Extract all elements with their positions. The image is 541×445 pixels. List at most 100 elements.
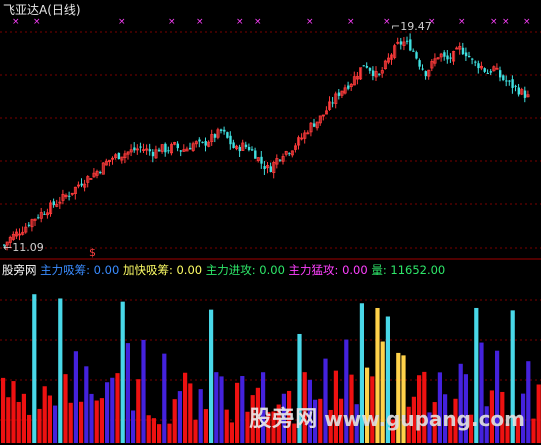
candle-body	[27, 224, 31, 226]
candle-body	[43, 213, 46, 215]
indicator-bar	[536, 384, 541, 443]
low-arrow-icon: ←	[3, 241, 13, 254]
indicator-bar	[115, 373, 120, 443]
legend-main-strike: 主力猛攻: 0.00	[288, 263, 368, 277]
indicator-bar	[224, 409, 229, 443]
candle-body	[260, 156, 263, 164]
indicator-bar	[73, 351, 78, 443]
candle-body	[198, 139, 201, 142]
candle-body	[226, 132, 229, 138]
indicator-bar	[32, 294, 37, 443]
chart-title: 飞亚达A(日线)	[3, 1, 81, 18]
candle-body	[164, 143, 167, 153]
candle-body	[406, 40, 409, 42]
indicator-bar	[146, 415, 151, 443]
indicator-bar	[47, 395, 52, 443]
candle-body	[489, 71, 493, 73]
candle-body	[418, 60, 421, 67]
candle-body	[468, 55, 471, 58]
candle-body	[523, 90, 527, 98]
candle-body	[483, 68, 486, 72]
indicator-bar	[79, 401, 84, 443]
candle-body	[443, 52, 446, 57]
indicator-bar	[531, 418, 536, 443]
candle-body	[368, 67, 372, 71]
legend-volume: 量: 11652.00	[371, 263, 446, 277]
indicator-bar	[37, 408, 42, 443]
legend-fast-absorb: 加快吸筹: 0.00	[122, 263, 203, 277]
candle-body	[117, 152, 121, 160]
candle-body	[505, 80, 508, 82]
candle-body	[251, 149, 254, 151]
signal-x-marker: ×	[502, 17, 510, 27]
signal-x-marker: ×	[168, 17, 176, 27]
signal-x-marker: ×	[523, 17, 531, 27]
candle-body	[362, 65, 365, 67]
candle-body	[167, 150, 170, 152]
watermark-url: www.gupang.com	[324, 407, 525, 431]
indicator-bar	[193, 419, 198, 443]
candle-body	[133, 147, 136, 151]
candle-body	[421, 68, 424, 70]
candle-body	[337, 92, 341, 96]
indicator-bar	[526, 361, 531, 443]
candle-body	[254, 150, 257, 159]
candle-body	[148, 149, 152, 152]
high-price-annotation: ⌐19.47	[391, 20, 432, 33]
stock-name: 飞亚达A	[3, 3, 48, 17]
signal-x-marker: ×	[383, 17, 391, 27]
candle-body	[508, 80, 511, 82]
signal-x-marker: ×	[347, 17, 355, 27]
candle-body	[201, 141, 204, 143]
indicator-bar	[177, 391, 182, 443]
candle-body	[229, 135, 232, 145]
candle-body	[244, 144, 248, 148]
candle-body	[471, 58, 474, 60]
candle-body	[399, 41, 403, 45]
legend-main-absorb: 主力吸筹: 0.00	[40, 263, 120, 277]
indicator-bar	[172, 399, 177, 443]
indicator-legend: 股旁网 主力吸筹: 0.00 加快吸筹: 0.00 主力进攻: 0.00 主力猛…	[2, 262, 445, 278]
high-arrow: ⌐	[391, 20, 401, 33]
candle-body	[415, 52, 418, 59]
candle-body	[204, 141, 207, 146]
candle-body	[464, 52, 468, 57]
signal-x-marker: ×	[490, 17, 498, 27]
indicator-bar	[27, 414, 32, 443]
candle-body	[213, 134, 217, 138]
candle-body	[99, 172, 102, 174]
watermark-site-name: 股旁网	[249, 407, 319, 432]
candle-body	[449, 57, 452, 59]
indicator-bar	[183, 372, 188, 443]
candle-body	[511, 79, 514, 88]
candle-body	[278, 159, 282, 161]
indicator-bar	[188, 383, 193, 443]
indicator-bar	[11, 381, 16, 443]
candle-body	[365, 66, 369, 68]
high-price-label: 19.47	[400, 20, 432, 33]
indicator-bar	[99, 398, 104, 443]
candle-body	[499, 70, 502, 78]
indicator-bar	[94, 400, 99, 443]
indicator-bar	[58, 298, 63, 443]
indicator-bar	[89, 393, 94, 443]
indicator-bar	[42, 386, 47, 443]
signal-x-marker: ×	[196, 17, 204, 27]
candle-body	[269, 166, 272, 172]
candle-body	[477, 63, 480, 69]
indicator-bar	[131, 410, 136, 443]
indicator-bar	[53, 405, 58, 443]
indicator-bar	[105, 382, 110, 443]
indicator-bar	[68, 402, 73, 443]
indicator-bar	[136, 379, 141, 443]
candle-body	[514, 85, 517, 87]
legend-main-attack: 主力进攻: 0.00	[205, 263, 285, 277]
signal-x-marker: ×	[458, 17, 466, 27]
stock-chart-canvas[interactable]: × × × × × × × × × × × × × × ×	[0, 0, 541, 445]
candle-body	[288, 153, 291, 155]
candle-body	[409, 39, 412, 51]
candle-body	[247, 146, 251, 151]
candle-body	[238, 146, 241, 152]
signal-x-marker: ×	[12, 17, 20, 27]
candle-body	[371, 70, 375, 76]
